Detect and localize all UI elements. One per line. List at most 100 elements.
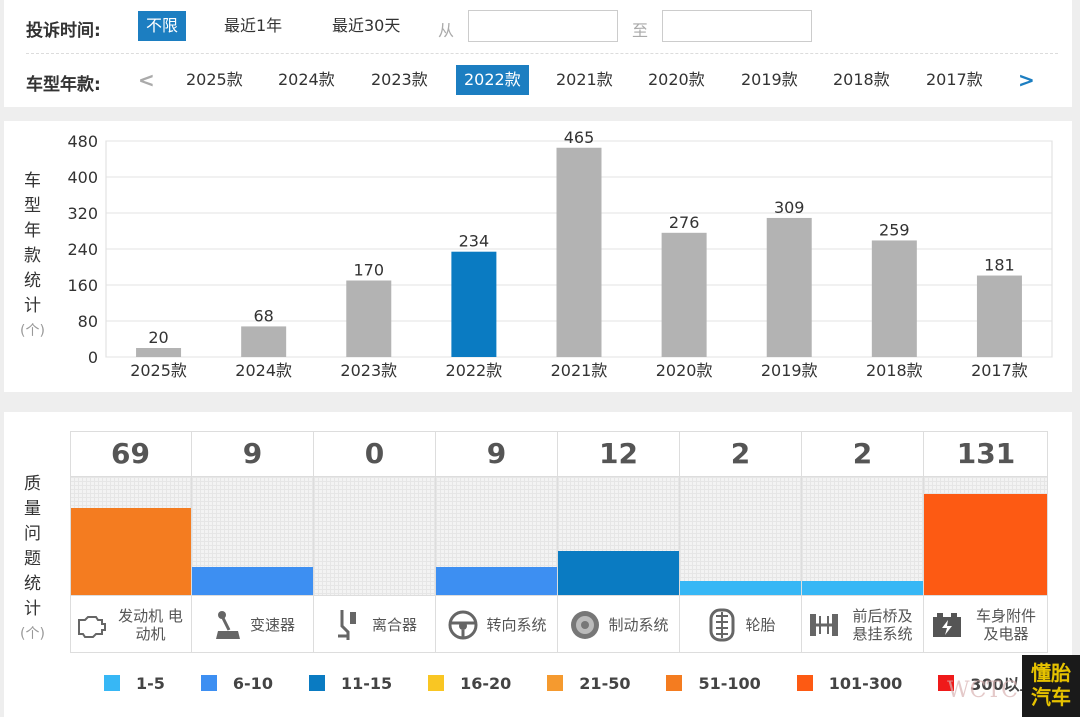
year-option-2019[interactable]: 2019款 [733,65,806,95]
filter-panel: 投诉时间: 不限 最近1年 最近30天 从 至 车型年款: < 2025款 20… [4,0,1072,107]
model-year-chart-panel: 车型年款统计 (个) 0 80 160 240 320 400 480 20 2025款 68 20… [4,121,1072,392]
quality-category-name: 变速器 [192,595,313,653]
legend-swatch [796,675,813,691]
quality-category-steering-wheel[interactable]: 9 转向系统 [436,431,558,653]
bar-2022款 [451,251,497,357]
year-option-2018[interactable]: 2018款 [825,65,898,95]
x-tick-label: 2018款 [866,361,923,380]
next-years-arrow[interactable]: > [1018,68,1035,92]
quality-category-clutch-pedal[interactable]: 0 离合器 [314,431,436,653]
bar-value-label: 234 [459,232,490,251]
brake-disc-icon [568,608,602,642]
quality-bar-area [802,477,923,595]
quality-count: 12 [558,431,679,477]
year-option-2021[interactable]: 2021款 [548,65,621,95]
legend-label: 51-100 [698,673,761,693]
gearshift-icon [210,608,244,642]
quality-bar [680,580,801,595]
end-date-input[interactable] [662,10,812,42]
quality-bar [436,566,557,595]
x-tick-label: 2021款 [551,361,608,380]
quality-category-label: 车身附件 及电器 [975,606,1036,643]
bar-value-label: 68 [253,306,273,325]
year-option-2024[interactable]: 2024款 [270,65,343,95]
from-label: 从 [438,21,455,40]
tire-icon [705,608,739,642]
legend-label: 6-10 [232,673,273,693]
bar-2023款 [346,280,392,357]
quality-bar-area [192,477,313,595]
quality-bar-area [680,477,801,595]
quality-category-name: 制动系统 [558,595,679,653]
prev-years-arrow[interactable]: < [138,68,155,92]
battery-icon [930,608,964,642]
y-tick-label: 320 [67,204,98,223]
y-tick-label: 0 [88,348,98,367]
time-option-last-year[interactable]: 最近1年 [216,11,290,41]
quality-category-label: 轮胎 [745,615,776,634]
quality-bar-area [436,477,557,595]
legend-swatch [428,675,445,691]
quality-category-name: 离合器 [314,595,435,653]
clutch-pedal-icon [332,608,366,642]
year-option-2025[interactable]: 2025款 [178,65,251,95]
watermark-text: WCTC [947,678,1018,703]
time-option-unlimited[interactable]: 不限 [138,11,187,41]
quality-bar [192,566,313,595]
quality-category-brake-disc[interactable]: 12 制动系统 [558,431,680,653]
legend-label: 1-5 [136,673,165,693]
year-option-2020[interactable]: 2020款 [640,65,713,95]
quality-category-tire[interactable]: 2 轮胎 [680,431,802,653]
quality-count: 131 [924,431,1048,477]
complaint-time-label: 投诉时间: [26,21,101,41]
bar-2019款 [766,217,812,357]
quality-category-label: 前后桥及 悬挂系统 [852,606,913,643]
legend-item: 1-5 [104,671,165,695]
model-year-bar-chart: 0 80 160 240 320 400 480 20 2025款 68 2024款 170 2023款… [67,128,1053,380]
quality-count: 2 [680,431,801,477]
watermark-badge: 懂胎 汽车 [1022,655,1080,717]
bar-2017款 [976,275,1022,357]
bar-value-label: 181 [984,256,1015,275]
year-option-2017[interactable]: 2017款 [918,65,991,95]
quality-category-gearshift[interactable]: 9 变速器 [192,431,314,653]
x-tick-label: 2019款 [761,361,818,380]
bar-value-label: 170 [354,261,385,280]
quality-category-label: 发动机 电动机 [118,606,183,643]
quality-category-name: 前后桥及 悬挂系统 [802,595,923,653]
x-tick-label: 2017款 [971,361,1028,380]
quality-category-label: 离合器 [371,615,417,634]
legend-item: 21-50 [547,671,630,695]
year-option-2022[interactable]: 2022款 [456,65,529,95]
quality-bar [558,551,679,595]
x-tick-label: 2020款 [656,361,713,380]
y-tick-label: 80 [78,312,98,331]
y-tick-label: 400 [67,168,98,187]
legend-item: 101-300 [796,671,903,695]
x-tick-label: 2024款 [235,361,292,380]
bar-value-label: 276 [669,213,700,232]
steering-wheel-icon [446,608,480,642]
quality-bar-area [70,477,191,595]
legend-swatch [200,675,217,691]
x-tick-label: 2023款 [340,361,397,380]
time-option-last-30-days[interactable]: 最近30天 [324,11,408,41]
bar-2021款 [556,147,602,357]
quality-ylabel: 质量问题统计 (个) [20,472,45,647]
quality-bar-area [924,477,1048,595]
filter-divider [26,53,1058,54]
quality-category-engine[interactable]: 69 发动机 电动机 [70,431,192,653]
quality-bar [70,507,191,595]
bar-value-label: 465 [564,128,595,147]
start-date-input[interactable] [468,10,618,42]
quality-count: 9 [436,431,557,477]
quality-category-axle[interactable]: 2 前后桥及 悬挂系统 [802,431,924,653]
y-tick-label: 240 [67,240,98,259]
quality-category-name: 发动机 电动机 [70,595,191,653]
year-option-2023[interactable]: 2023款 [363,65,436,95]
bar-2018款 [871,240,917,357]
quality-bar [802,580,923,595]
legend-label: 101-300 [828,673,903,693]
quality-category-battery[interactable]: 131 车身附件 及电器 [924,431,1048,653]
quality-category-name: 车身附件 及电器 [924,595,1048,653]
